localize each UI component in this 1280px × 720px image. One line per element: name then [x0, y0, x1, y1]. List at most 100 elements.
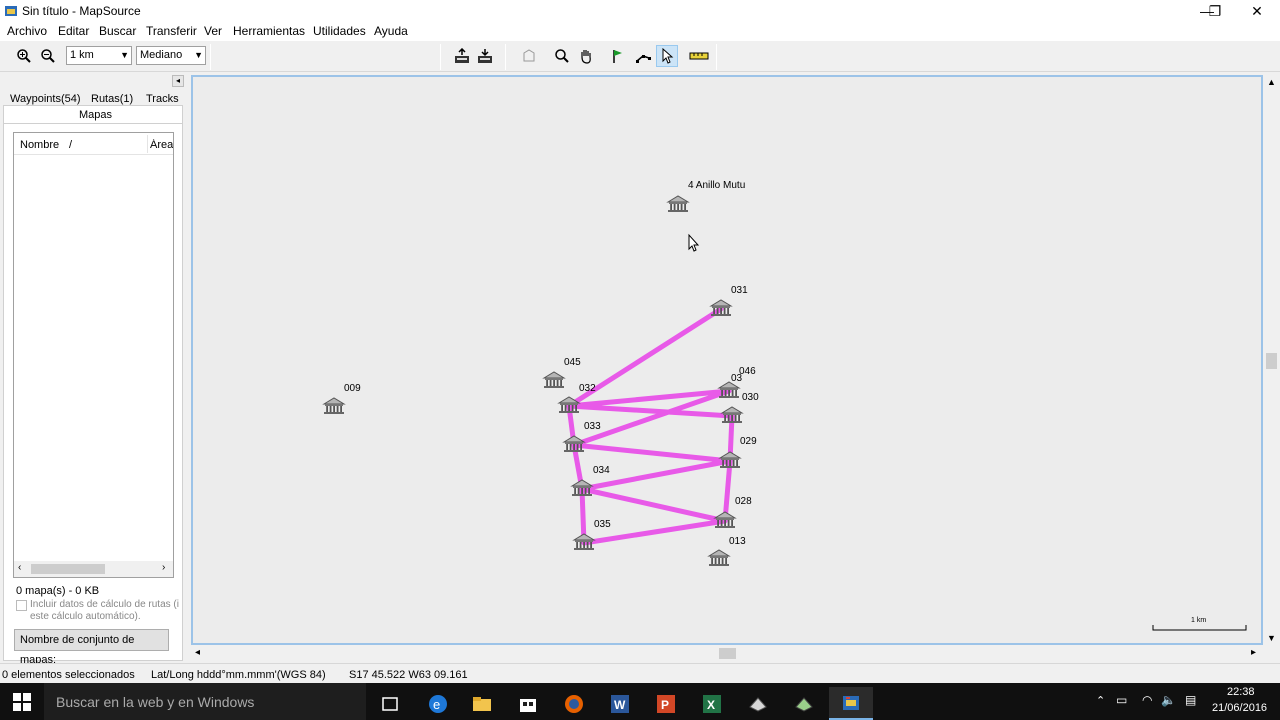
powerpoint-icon[interactable]: P — [644, 687, 688, 720]
toolbar: 1 km ▼ Mediano ▼ — [0, 41, 1280, 72]
show-hidden-icons[interactable]: ⌃ — [1096, 694, 1105, 707]
select-pointer-icon[interactable] — [656, 45, 678, 67]
menu-archivo[interactable]: Archivo — [7, 24, 47, 38]
restore-button[interactable]: ❐ — [1192, 0, 1238, 22]
window-title: Sin título - MapSource — [22, 4, 141, 18]
action-center-icon[interactable]: ▤ — [1185, 693, 1196, 707]
word-icon[interactable]: W — [598, 687, 642, 720]
include-route-data-checkbox[interactable] — [16, 600, 27, 611]
waypoint-building-icon[interactable] — [572, 533, 596, 550]
waypoint-building-icon[interactable] — [322, 397, 346, 414]
tab-mapas-label: Mapas — [79, 109, 113, 121]
scroll-thumb[interactable] — [1266, 353, 1277, 369]
tab-mapas[interactable]: Mapas — [3, 105, 183, 124]
menu-transferir[interactable]: Transferir — [146, 24, 197, 38]
firefox-icon[interactable] — [552, 687, 596, 720]
waypoint-building-icon[interactable] — [709, 299, 733, 316]
scroll-down-icon[interactable]: ▼ — [1267, 633, 1276, 643]
scroll-up-icon[interactable]: ▲ — [1267, 77, 1276, 87]
list-hscrollbar[interactable]: ‹ › — [14, 561, 173, 577]
distance-ruler-icon[interactable] — [688, 45, 710, 67]
zoom-scale-select[interactable]: 1 km ▼ — [66, 46, 132, 65]
menu-ver[interactable]: Ver — [204, 24, 222, 38]
toolbar-separator — [210, 44, 211, 70]
scroll-left-icon[interactable]: ◂ — [195, 647, 200, 658]
svg-text:P: P — [661, 698, 669, 712]
detail-level-value: Mediano — [140, 49, 183, 61]
column-nombre[interactable]: Nombre — [20, 139, 59, 151]
waypoint-building-icon[interactable] — [718, 451, 742, 468]
start-button[interactable] — [0, 683, 44, 720]
map-vertical-scrollbar[interactable]: ▲ ▼ — [1263, 75, 1280, 645]
scroll-left-icon[interactable]: ‹ — [18, 562, 21, 573]
tab-rutas[interactable]: Rutas(1) — [91, 93, 133, 105]
scroll-right-icon[interactable]: ▸ — [1251, 647, 1256, 658]
wifi-icon[interactable]: ◠ — [1142, 693, 1152, 707]
mapset-name-button[interactable]: Nombre de conjunto de mapas: — [14, 629, 169, 666]
chevron-down-icon: ▼ — [194, 50, 203, 60]
waypoint-building-icon[interactable] — [570, 479, 594, 496]
store-icon[interactable] — [506, 687, 550, 720]
column-area[interactable]: Área — [150, 139, 173, 151]
waypoint-label-overlap: 03 — [731, 373, 743, 384]
maps-list[interactable]: Nombre / Área ‹ › — [13, 132, 174, 578]
title-bar: Sin título - MapSource — ❐ ✕ — [0, 0, 1280, 22]
zoom-tool-icon[interactable] — [551, 45, 573, 67]
waypoint-building-icon[interactable] — [562, 435, 586, 452]
waypoint-building-icon[interactable] — [707, 549, 731, 566]
network-icon[interactable]: ▭ — [1116, 693, 1127, 707]
svg-text:W: W — [614, 698, 626, 712]
scroll-thumb[interactable] — [719, 648, 736, 659]
waypoint-label: 4 Anillo Mutu — [688, 180, 745, 191]
waypoint-flag-icon[interactable] — [607, 45, 629, 67]
status-bar: 0 elementos seleccionados Lat/Long hddd°… — [0, 663, 1280, 683]
receive-from-device-icon[interactable] — [451, 45, 473, 67]
tab-waypoints[interactable]: Waypoints(54) — [10, 93, 81, 105]
waypoint-label: 028 — [735, 496, 752, 507]
mapsource-active-icon[interactable] — [829, 687, 873, 720]
taskbar-search-box[interactable]: Buscar en la web y en Windows — [44, 683, 366, 720]
map-product-icon[interactable] — [518, 45, 540, 67]
send-to-device-icon[interactable] — [474, 45, 496, 67]
toolbar-separator — [716, 44, 717, 70]
map-view[interactable]: 4 Anillo Mutu 031 045 046 032 030 009 033 029 034… — [191, 75, 1263, 645]
include-route-data-label: Incluir datos de cálculo de rutas (i — [30, 599, 179, 610]
menu-editar[interactable]: Editar — [58, 24, 89, 38]
collapse-panel-button[interactable]: ◂ — [172, 75, 184, 87]
excel-icon[interactable]: X — [690, 687, 734, 720]
menu-buscar[interactable]: Buscar — [99, 24, 136, 38]
clock-date[interactable]: 21/06/2016 — [1212, 702, 1267, 714]
tab-tracks[interactable]: Tracks — [146, 93, 179, 105]
mapsource-taskbar-icon[interactable] — [782, 687, 826, 720]
waypoint-building-icon[interactable] — [717, 381, 741, 398]
zoom-out-icon[interactable] — [37, 45, 59, 67]
waypoint-building-icon[interactable] — [542, 371, 566, 388]
selection-status: 0 elementos seleccionados — [2, 669, 135, 681]
scroll-thumb[interactable] — [31, 564, 105, 574]
menu-ayuda[interactable]: Ayuda — [374, 24, 408, 38]
map-horizontal-scrollbar[interactable]: ◂ ▸ — [191, 645, 1263, 662]
menu-utilidades[interactable]: Utilidades — [313, 24, 366, 38]
clock-time[interactable]: 22:38 — [1227, 686, 1255, 698]
waypoint-building-icon[interactable] — [720, 406, 744, 423]
basecamp-icon[interactable] — [736, 687, 780, 720]
zoom-in-icon[interactable] — [13, 45, 35, 67]
toolbar-separator — [505, 44, 506, 70]
detail-level-select[interactable]: Mediano ▼ — [136, 46, 206, 65]
file-explorer-icon[interactable] — [460, 687, 504, 720]
edge-browser-icon[interactable]: e — [416, 687, 460, 720]
hand-pan-icon[interactable] — [575, 45, 597, 67]
waypoint-building-icon[interactable] — [666, 195, 690, 212]
waypoint-label: 029 — [740, 436, 757, 447]
close-window-button[interactable]: ✕ — [1234, 0, 1280, 22]
route-tool-icon[interactable] — [632, 45, 654, 67]
waypoint-label: 030 — [742, 392, 759, 403]
cursor-coordinates: S17 45.522 W63 09.161 — [349, 669, 468, 681]
waypoint-building-icon[interactable] — [713, 511, 737, 528]
search-placeholder: Buscar en la web y en Windows — [56, 694, 255, 710]
volume-icon[interactable]: 🔈 — [1161, 693, 1176, 707]
scroll-right-icon[interactable]: › — [162, 562, 165, 573]
map-canvas[interactable]: 4 Anillo Mutu031045046032030009033029034… — [193, 77, 1261, 643]
task-view-icon[interactable] — [368, 687, 412, 720]
menu-herramientas[interactable]: Herramientas — [233, 24, 305, 38]
